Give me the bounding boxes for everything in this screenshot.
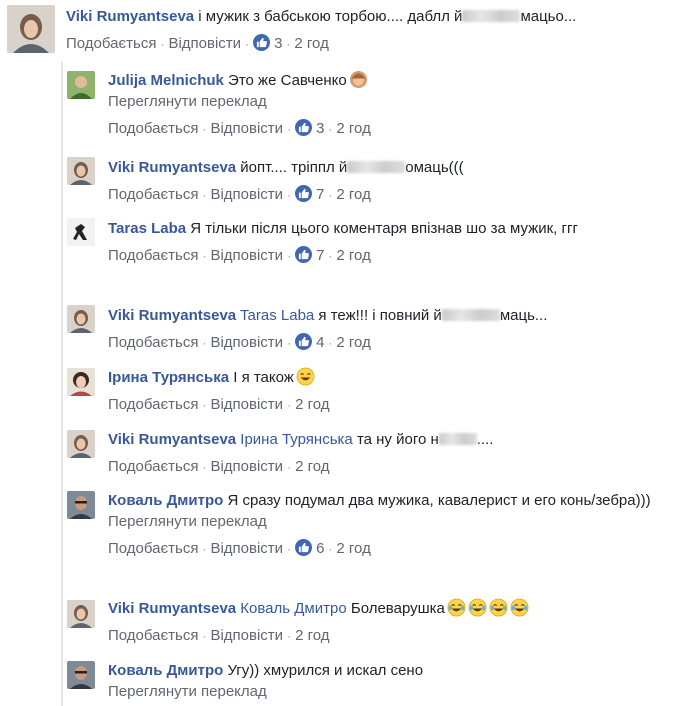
comment-author[interactable]: Viki Rumyantseva <box>108 159 236 176</box>
timestamp[interactable]: 2 год <box>295 458 329 475</box>
tears-of-joy-emoji-icon <box>489 598 508 617</box>
mention-link[interactable]: Коваль Дмитро <box>240 600 346 617</box>
like-link[interactable]: Подобається <box>108 396 198 413</box>
avatar[interactable] <box>67 430 95 458</box>
avatar[interactable] <box>67 368 95 396</box>
like-link[interactable]: Подобається <box>108 120 198 137</box>
like-link[interactable]: Подобається <box>108 540 198 557</box>
like-icon[interactable] <box>295 246 313 263</box>
mention-link[interactable]: Taras Laba <box>240 307 314 324</box>
reply-link[interactable]: Відповісти <box>210 334 283 351</box>
comment-text: І я також <box>233 369 294 386</box>
reply-link[interactable]: Відповісти <box>210 186 283 203</box>
avatar[interactable] <box>67 157 95 185</box>
reply-thread-line <box>61 62 63 706</box>
like-link[interactable]: Подобається <box>108 247 198 264</box>
reply-link[interactable]: Відповісти <box>168 35 241 52</box>
like-link[interactable]: Подобається <box>108 458 198 475</box>
timestamp[interactable]: 2 год <box>336 247 370 264</box>
tears-of-joy-emoji-icon <box>468 598 487 617</box>
avatar[interactable] <box>67 491 95 519</box>
reply-link[interactable]: Відповісти <box>210 247 283 264</box>
reply-link[interactable]: Відповісти <box>210 540 283 557</box>
see-translation-link[interactable]: Переглянути переклад <box>108 681 668 702</box>
comment-author[interactable]: Коваль Дмитро <box>108 492 223 509</box>
like-link[interactable]: Подобається <box>108 186 198 203</box>
comment-author[interactable]: Taras Laba <box>108 220 186 237</box>
comment-text: та ну його н.... <box>356 431 494 448</box>
comment-text: я теж!!! і повний й маць... <box>318 307 548 324</box>
comment-text: Угу)) хмурился и искал сено <box>227 662 424 679</box>
comment-text: Я сразу подумал два мужика, кавалерист и… <box>227 492 651 509</box>
face-emoji-icon <box>349 70 367 89</box>
tears-of-joy-emoji-group <box>445 598 529 617</box>
comment-author[interactable]: Viki Rumyantseva <box>66 8 194 25</box>
timestamp[interactable]: 2 год <box>294 35 328 52</box>
reply-link[interactable]: Відповісти <box>210 396 283 413</box>
avatar[interactable] <box>67 71 95 99</box>
see-translation-link[interactable]: Переглянути переклад <box>108 511 668 532</box>
timestamp[interactable]: 2 год <box>336 120 370 137</box>
like-count[interactable]: 6 <box>316 540 324 557</box>
comment-text: Болеварушка <box>350 600 445 617</box>
like-icon[interactable] <box>295 333 313 350</box>
like-icon[interactable] <box>295 185 313 202</box>
like-link[interactable]: Подобається <box>108 627 198 644</box>
like-count[interactable]: 7 <box>316 247 324 264</box>
censored-text <box>347 161 406 173</box>
timestamp[interactable]: 2 год <box>336 540 370 557</box>
comment-author[interactable]: Viki Rumyantseva <box>108 431 236 448</box>
laughing-emoji-icon <box>296 367 315 386</box>
like-icon[interactable] <box>295 539 313 556</box>
tears-of-joy-emoji-icon <box>447 598 466 617</box>
comment-text: і мужик з бабською торбою.... даблл й мац… <box>198 8 577 25</box>
comment-author[interactable]: Julija Melnichuk <box>108 72 224 89</box>
avatar[interactable] <box>67 218 95 246</box>
comment-author[interactable]: Коваль Дмитро <box>108 662 223 679</box>
reply-link[interactable]: Відповісти <box>210 627 283 644</box>
like-count[interactable]: 7 <box>316 186 324 203</box>
like-count[interactable]: 4 <box>316 334 324 351</box>
tears-of-joy-emoji-icon <box>510 598 529 617</box>
comment-text: йопт.... тріппл й омаць((( <box>240 159 464 176</box>
avatar[interactable] <box>67 600 95 628</box>
timestamp[interactable]: 2 год <box>336 334 370 351</box>
timestamp[interactable]: 2 год <box>295 627 329 644</box>
censored-text <box>462 10 521 22</box>
like-link[interactable]: Подобається <box>66 35 156 52</box>
like-icon[interactable] <box>253 34 271 51</box>
like-count[interactable]: 3 <box>316 120 324 137</box>
mention-link[interactable]: Ірина Турянська <box>240 431 352 448</box>
reply-link[interactable]: Відповісти <box>210 458 283 475</box>
avatar[interactable] <box>7 5 55 53</box>
comment-text: Я тільки після цього коментаря впізнав ш… <box>190 220 578 237</box>
see-translation-link[interactable]: Переглянути переклад <box>108 91 668 112</box>
comment-author[interactable]: Ірина Турянська <box>108 369 229 386</box>
like-count[interactable]: 3 <box>274 35 282 52</box>
avatar[interactable] <box>67 661 95 689</box>
like-icon[interactable] <box>295 119 313 136</box>
reply-link[interactable]: Відповісти <box>210 120 283 137</box>
comment-author[interactable]: Viki Rumyantseva <box>108 307 236 324</box>
comment-author[interactable]: Viki Rumyantseva <box>108 600 236 617</box>
timestamp[interactable]: 2 год <box>336 186 370 203</box>
avatar[interactable] <box>67 305 95 333</box>
comment-text: Это же Савченко <box>228 72 347 89</box>
timestamp[interactable]: 2 год <box>295 396 329 413</box>
censored-text <box>438 433 477 445</box>
censored-text <box>441 309 500 321</box>
like-link[interactable]: Подобається <box>108 334 198 351</box>
